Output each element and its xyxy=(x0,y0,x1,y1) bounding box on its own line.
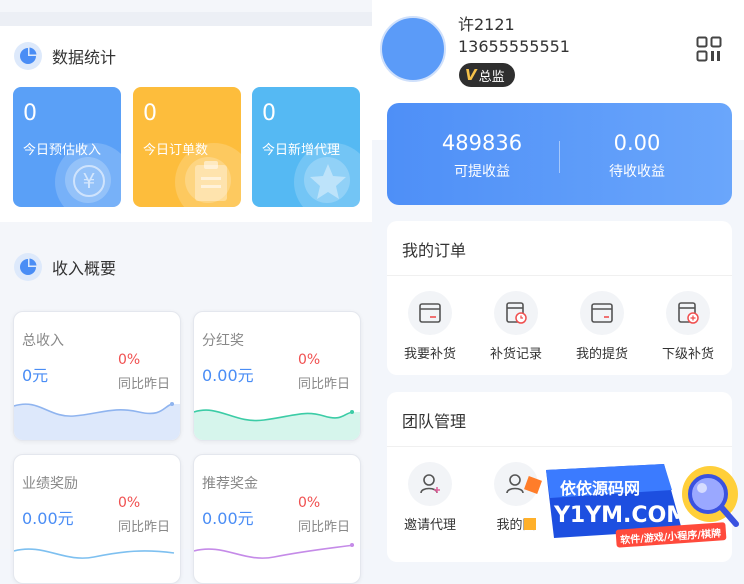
income-card-pct: 0% xyxy=(298,352,321,368)
avatar[interactable] xyxy=(380,16,446,82)
income-card-title: 总收入 xyxy=(22,333,64,349)
order-item-restock-record[interactable]: 补货记录 xyxy=(476,291,556,362)
svg-text:Y1YM.COM: Y1YM.COM xyxy=(553,503,688,528)
pending-earnings[interactable]: 0.00 待收收益 xyxy=(552,131,722,181)
watermark-logo: 依依源码网 Y1YM.COM 软件/游戏/小程序/棋牌 xyxy=(524,460,744,549)
order-item-label: 补货记录 xyxy=(489,347,542,362)
income-card-compare: 同比昨日 xyxy=(298,377,351,392)
restock-icon xyxy=(408,291,452,335)
income-card-value: 0.00元 xyxy=(202,366,254,385)
withdrawable-value: 489836 xyxy=(441,131,523,155)
income-card-pct: 0% xyxy=(298,495,321,511)
stat-card-new-agents[interactable]: 0 今日新增代理 xyxy=(252,87,360,207)
qr-code-icon[interactable] xyxy=(696,36,722,62)
my-orders-title: 我的订单 xyxy=(402,241,467,260)
income-card-value: 0.00元 xyxy=(202,509,254,528)
stat-card-estimated-income[interactable]: ¥ 0 今日预估收入 xyxy=(13,87,121,207)
data-stats-header: 数据统计 xyxy=(14,42,116,70)
pie-chart-icon xyxy=(14,253,42,281)
order-item-pickup[interactable]: 我的提货 xyxy=(562,291,642,362)
order-item-label: 我要补货 xyxy=(403,347,456,362)
withdrawable-earnings[interactable]: 489836 可提收益 xyxy=(397,131,567,181)
sparkline xyxy=(14,402,180,440)
order-item-restock[interactable]: 我要补货 xyxy=(390,291,470,362)
income-card-compare: 同比昨日 xyxy=(298,520,351,535)
income-card-referral[interactable]: 推荐奖金 0.00元 0% 同比昨日 xyxy=(193,454,361,584)
stat-label: 今日预估收入 xyxy=(23,143,102,158)
yen-icon: ¥ xyxy=(73,165,105,197)
income-card-compare: 同比昨日 xyxy=(118,377,171,392)
income-overview-header: 收入概要 xyxy=(14,253,116,281)
level-badge-label: 总监 xyxy=(478,69,505,85)
pickup-icon xyxy=(580,291,624,335)
invite-agent-icon xyxy=(408,462,452,506)
team-management-title: 团队管理 xyxy=(402,412,467,431)
pending-label: 待收收益 xyxy=(609,164,665,180)
star-icon xyxy=(310,164,346,199)
income-card-performance[interactable]: 业绩奖励 0.00元 0% 同比昨日 xyxy=(13,454,181,584)
pending-value: 0.00 xyxy=(613,131,661,155)
income-card-value: 0.00元 xyxy=(22,509,74,528)
earnings-card: 489836 可提收益 0.00 待收收益 xyxy=(387,103,732,205)
order-item-label: 下级补货 xyxy=(661,347,714,362)
data-stats-title: 数据统计 xyxy=(52,48,117,67)
level-badge: V 总监 xyxy=(459,63,515,87)
stat-card-orders[interactable]: 0 今日订单数 xyxy=(133,87,241,207)
income-card-pct: 0% xyxy=(118,495,141,511)
clipboard-icon xyxy=(195,161,227,201)
order-item-label: 我的提货 xyxy=(575,347,628,362)
pie-chart-icon xyxy=(14,42,42,70)
user-name: 许2121 xyxy=(458,15,515,34)
income-card-compare: 同比昨日 xyxy=(118,520,171,535)
svg-text:¥: ¥ xyxy=(83,169,96,193)
team-item-invite-agent[interactable]: 邀请代理 xyxy=(390,462,470,533)
sub-restock-icon xyxy=(666,291,710,335)
svg-text:依依源码网: 依依源码网 xyxy=(560,479,640,498)
income-card-title: 推荐奖金 xyxy=(202,476,258,492)
stat-label: 今日订单数 xyxy=(143,143,209,158)
income-card-total[interactable]: 总收入 0元 0% 同比昨日 xyxy=(13,311,181,441)
user-phone: 13655555551 xyxy=(458,37,570,56)
stat-label: 今日新增代理 xyxy=(262,143,341,158)
my-orders-panel: 我的订单 我要补货 补货记录 我的提货 下级补货 xyxy=(387,221,732,375)
withdrawable-label: 可提收益 xyxy=(454,164,510,180)
sparkline xyxy=(14,548,175,559)
sparkline xyxy=(194,543,355,559)
team-item-label: 邀请代理 xyxy=(403,518,456,533)
income-card-title: 分红奖 xyxy=(202,333,244,349)
income-card-value: 0元 xyxy=(22,366,49,385)
income-card-pct: 0% xyxy=(118,352,141,368)
income-card-dividend[interactable]: 分红奖 0.00元 0% 同比昨日 xyxy=(193,311,361,441)
restock-record-icon xyxy=(494,291,538,335)
order-item-sub-restock[interactable]: 下级补货 xyxy=(648,291,728,362)
stat-value: 0 xyxy=(143,101,157,126)
income-overview-title: 收入概要 xyxy=(52,259,117,278)
stat-value: 0 xyxy=(262,101,276,126)
income-card-title: 业绩奖励 xyxy=(22,476,78,492)
stat-value: 0 xyxy=(23,101,37,126)
vip-mark: V xyxy=(465,66,477,84)
sparkline xyxy=(194,409,360,440)
top-strip xyxy=(0,12,372,26)
